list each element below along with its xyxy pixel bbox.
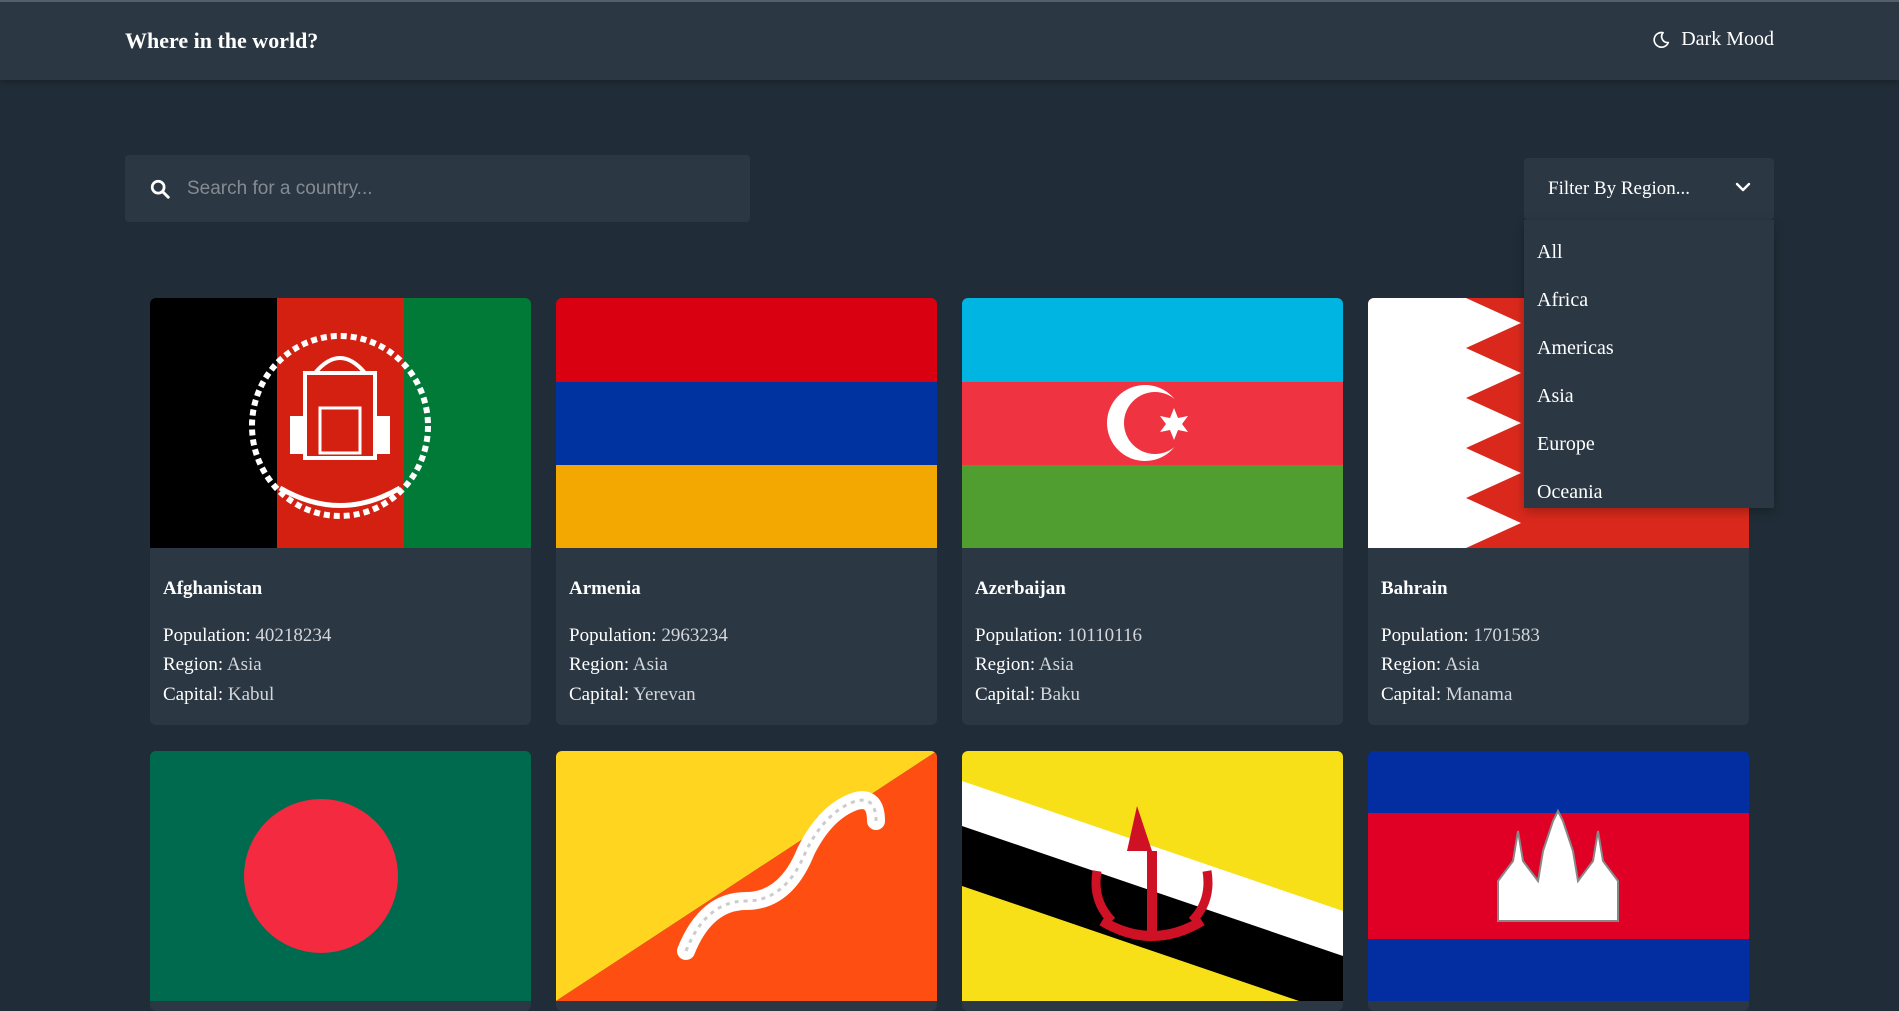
population-label: Population: (569, 625, 657, 646)
region-option-americas[interactable]: Americas (1524, 324, 1774, 372)
population-label: Population: (1381, 625, 1469, 646)
country-name: Armenia (569, 578, 641, 599)
population-value: 1701583 (1473, 625, 1540, 646)
country-card[interactable] (1368, 751, 1749, 1011)
country-card[interactable] (150, 751, 531, 1011)
region-row: Region: Asia (163, 654, 262, 676)
region-filter-select[interactable]: Filter By Region... (1524, 158, 1774, 220)
capital-row: Capital: Kabul (163, 684, 274, 706)
country-name: Azerbaijan (975, 578, 1066, 599)
country-name: Bahrain (1381, 578, 1448, 599)
country-card[interactable] (962, 751, 1343, 1011)
region-label: Region: (975, 654, 1036, 675)
country-card[interactable]: Armenia Population: 2963234 Region: Asia… (556, 298, 937, 725)
population-label: Population: (975, 625, 1063, 646)
region-label: Region: (1381, 654, 1442, 675)
region-value: Asia (1038, 654, 1074, 675)
region-dropdown-menu: All Africa Americas Asia Europe Oceania (1524, 220, 1774, 508)
capital-label: Capital: (1381, 684, 1442, 705)
capital-value: Manama (1445, 684, 1513, 705)
app-header: Where in the world? Dark Mood (0, 2, 1899, 80)
population-label: Population: (163, 625, 251, 646)
flag-bangladesh (150, 751, 531, 1001)
population-value: 10110116 (1067, 625, 1142, 646)
theme-toggle-button[interactable]: Dark Mood (1651, 28, 1774, 51)
flag-afghanistan (150, 298, 531, 548)
flag-cambodia (1368, 751, 1749, 1001)
country-card[interactable] (556, 751, 937, 1011)
region-row: Region: Asia (1381, 654, 1480, 676)
region-value: Asia (1444, 654, 1480, 675)
search-icon (150, 179, 170, 199)
capital-value: Baku (1039, 684, 1081, 705)
flag-armenia (556, 298, 937, 548)
app-title: Where in the world? (125, 28, 319, 53)
theme-toggle-label: Dark Mood (1681, 28, 1774, 50)
region-value: Asia (226, 654, 262, 675)
region-option-oceania[interactable]: Oceania (1524, 468, 1774, 516)
capital-label: Capital: (569, 684, 630, 705)
region-option-europe[interactable]: Europe (1524, 420, 1774, 468)
flag-azerbaijan (962, 298, 1343, 548)
population-value: 2963234 (661, 625, 728, 646)
region-label: Region: (163, 654, 224, 675)
search-input[interactable] (187, 155, 727, 222)
capital-label: Capital: (163, 684, 224, 705)
population-row: Population: 1701583 (1381, 625, 1540, 647)
region-row: Region: Asia (569, 654, 668, 676)
capital-value: Kabul (227, 684, 275, 705)
region-option-asia[interactable]: Asia (1524, 372, 1774, 420)
region-row: Region: Asia (975, 654, 1074, 676)
moon-icon (1653, 31, 1670, 48)
country-card[interactable]: Afghanistan Population: 40218234 Region:… (150, 298, 531, 725)
region-option-all[interactable]: All (1524, 228, 1774, 276)
population-row: Population: 10110116 (975, 625, 1142, 647)
capital-row: Capital: Manama (1381, 684, 1512, 706)
region-label: Region: (569, 654, 630, 675)
region-option-africa[interactable]: Africa (1524, 276, 1774, 324)
country-name: Afghanistan (163, 578, 263, 599)
capital-row: Capital: Yerevan (569, 684, 696, 706)
country-card[interactable]: Azerbaijan Population: 10110116 Region: … (962, 298, 1343, 725)
population-row: Population: 2963234 (569, 625, 728, 647)
region-filter-label: Filter By Region... (1548, 178, 1690, 199)
capital-row: Capital: Baku (975, 684, 1080, 706)
region-value: Asia (632, 654, 668, 675)
flag-brunei (962, 751, 1343, 1001)
chevron-down-icon (1735, 182, 1751, 192)
population-value: 40218234 (255, 625, 332, 646)
search-box[interactable] (125, 155, 750, 222)
population-row: Population: 40218234 (163, 625, 331, 647)
capital-value: Yerevan (633, 684, 696, 705)
capital-label: Capital: (975, 684, 1036, 705)
flag-bhutan (556, 751, 937, 1001)
